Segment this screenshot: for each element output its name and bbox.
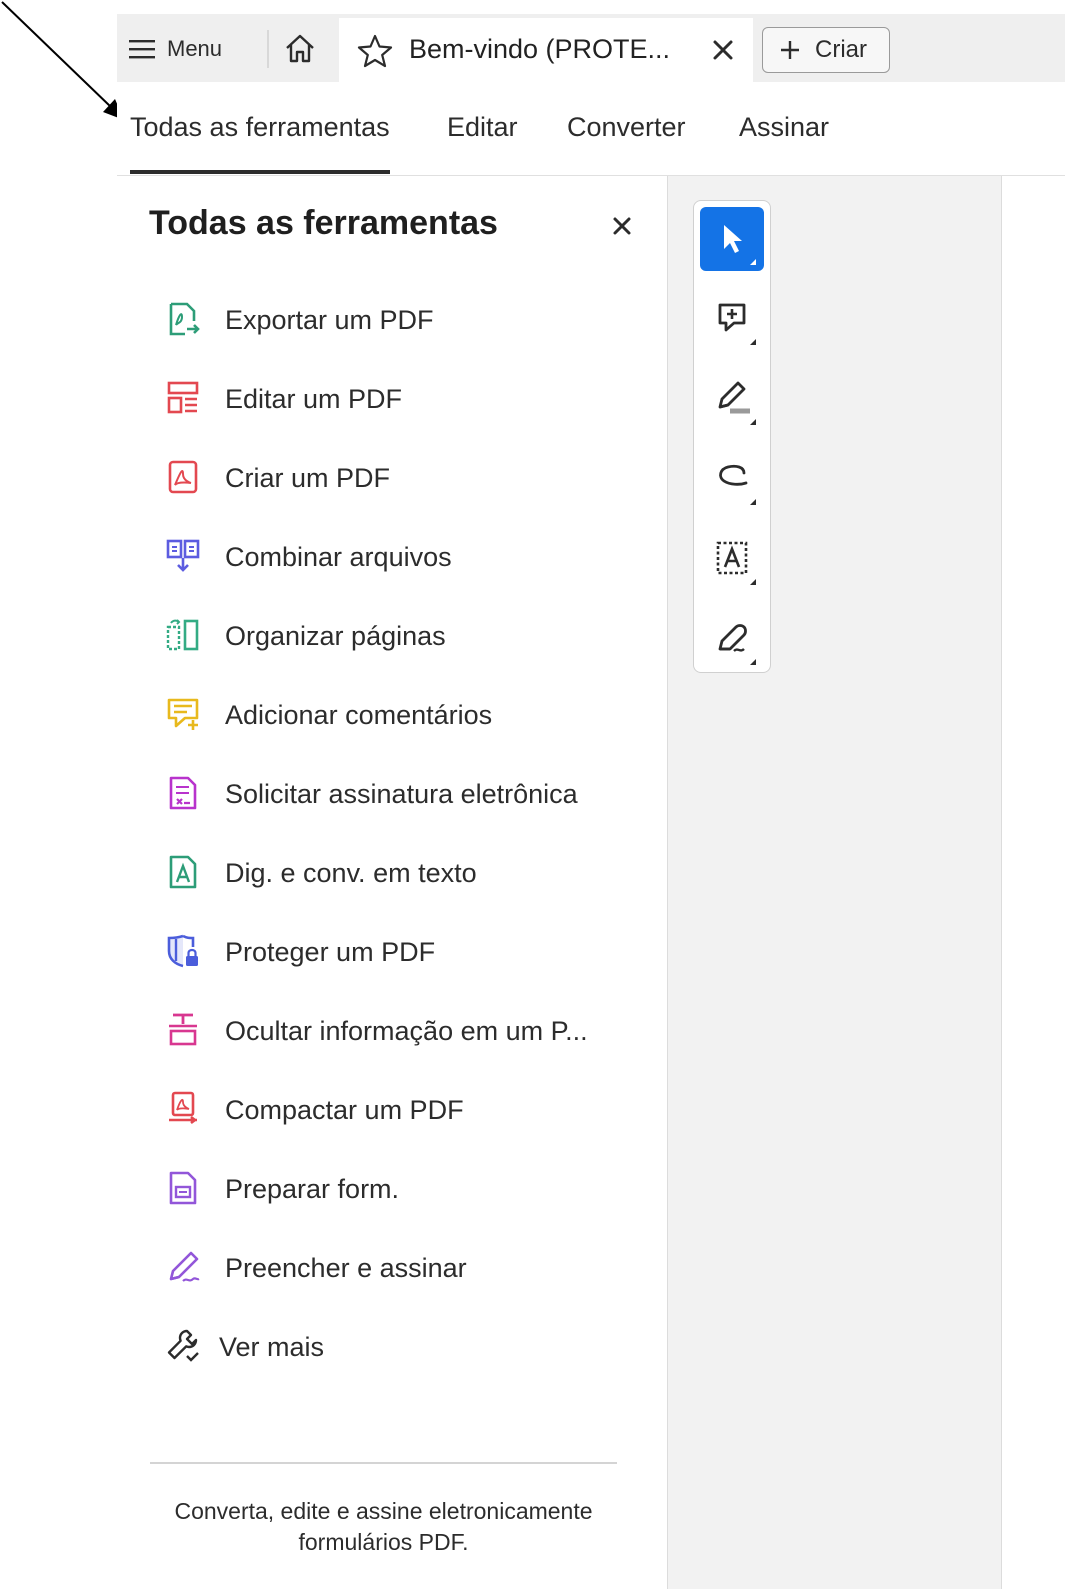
plus-icon [781,41,799,59]
text-tool-button[interactable] [700,527,764,591]
tool-compactar-pdf[interactable]: Compactar um PDF [117,1079,667,1139]
select-cursor-icon [724,225,756,265]
highlight-tool-button[interactable] [700,367,764,431]
close-panel-icon[interactable] [610,214,634,238]
tool-label: Combinar arquivos [225,542,452,572]
tool-label: Compactar um PDF [225,1095,464,1125]
close-tab-icon[interactable] [709,36,737,64]
tool-label: Dig. e conv. em texto [225,858,477,888]
draw-freehand-icon [719,464,756,505]
prepare-form-icon [169,1171,197,1205]
hamburger-menu-icon [129,40,155,59]
highlight-pen-icon [718,381,756,425]
tool-label: Solicitar assinatura eletrônica [225,779,578,809]
tool-label: Ver mais [219,1332,325,1362]
tool-proteger-pdf[interactable]: Proteger um PDF [117,921,667,981]
app-tab-strip: Menu Bem-vindo (PROTE... Criar [117,14,1065,82]
all-tools-panel: Todas as ferramentas Exportar um PDF Edi… [117,176,667,1589]
organize-pages-icon [166,619,199,651]
draw-tool-button[interactable] [700,447,764,511]
tool-tabs: Todas as ferramentas Editar Converter As… [117,82,1065,176]
comment-tool-button[interactable] [700,287,764,351]
create-pdf-icon [168,460,198,494]
document-tab[interactable]: Bem-vindo (PROTE... [339,18,753,82]
tab-separator [267,30,269,68]
right-pane [1002,176,1065,1589]
sign-tool-button[interactable] [700,607,764,671]
panel-footer-text: Converta, edite e assine eletronicamente… [174,1498,593,1555]
tool-label: Organizar páginas [225,621,446,651]
tool-exportar-pdf[interactable]: Exportar um PDF [117,289,667,349]
tool-criar-pdf[interactable]: Criar um PDF [117,447,667,507]
combine-files-icon [166,539,200,572]
tab-todas-as-ferramentas[interactable]: Todas as ferramentas [130,112,390,174]
tool-combinar-arquivos[interactable]: Combinar arquivos [117,526,667,586]
tab-assinar[interactable]: Assinar [739,112,829,143]
tool-label: Preparar form. [225,1174,400,1204]
document-tab-title: Bem-vindo (PROTE... [409,34,671,64]
sign-pen-icon [718,624,756,665]
tool-label: Proteger um PDF [225,937,436,967]
tool-label: Exportar um PDF [225,305,434,335]
menu-label: Menu [167,36,223,61]
tab-converter[interactable]: Converter [567,112,686,143]
edit-pdf-icon [167,381,199,414]
tool-label: Preencher e assinar [225,1253,467,1283]
wrench-more-icon [167,1329,199,1362]
tool-adicionar-comentarios[interactable]: Adicionar comentários [117,684,667,744]
panel-divider [150,1462,617,1464]
tool-preparar-form[interactable]: Preparar form. [117,1158,667,1218]
scan-ocr-icon [169,855,197,889]
add-comment-icon [718,303,756,345]
create-label: Criar [815,36,867,63]
panel-title: Todas as ferramentas [149,204,498,242]
home-icon[interactable] [283,32,317,66]
text-recognition-icon [716,541,756,585]
star-icon[interactable] [357,34,393,68]
export-pdf-icon [169,302,200,336]
tool-label: Ocultar informação em um P... [225,1016,588,1046]
create-button[interactable]: Criar [762,27,890,73]
tool-label: Adicionar comentários [225,700,493,730]
tool-preencher-assinar[interactable]: Preencher e assinar [117,1237,667,1297]
add-comment-icon [167,698,199,730]
tool-label: Editar um PDF [225,384,403,414]
protect-pdf-icon [167,934,198,968]
tool-dig-conv-texto[interactable]: Dig. e conv. em texto [117,842,667,902]
tool-organizar-paginas[interactable]: Organizar páginas [117,605,667,665]
tool-ocultar-informacao[interactable]: Ocultar informação em um P... [117,1000,667,1060]
menu-button[interactable]: Menu [127,32,222,66]
select-tool-button[interactable] [700,207,764,271]
redact-icon [169,1013,197,1046]
compress-pdf-icon [169,1091,198,1125]
quick-tools-toolbar [693,200,771,673]
tool-label: Criar um PDF [225,463,391,493]
tool-ver-mais[interactable]: Ver mais [117,1316,667,1376]
request-signature-icon [169,776,197,810]
tab-editar[interactable]: Editar [447,112,518,143]
tool-editar-pdf[interactable]: Editar um PDF [117,368,667,428]
fill-sign-icon [169,1251,200,1282]
tool-solicitar-assinatura[interactable]: Solicitar assinatura eletrônica [117,763,667,823]
